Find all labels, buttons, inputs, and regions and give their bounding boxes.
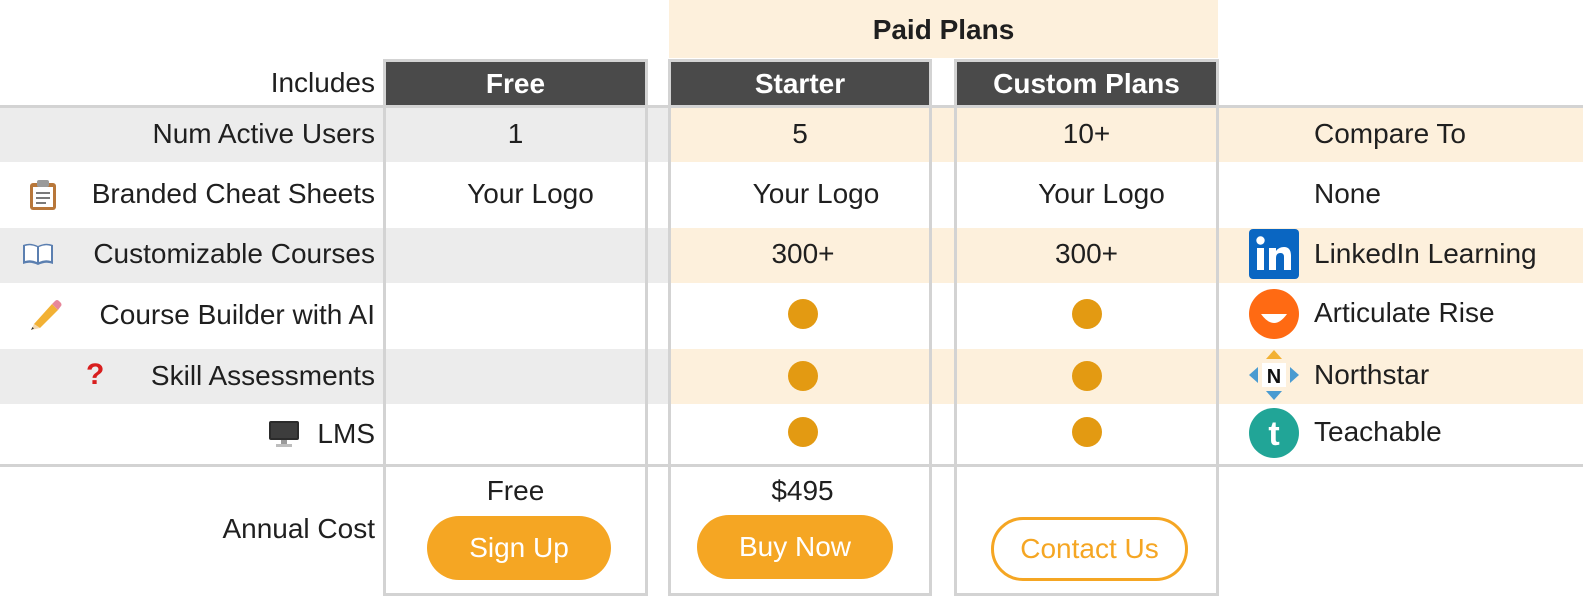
teachable-logo-icon: t [1249,408,1299,458]
starter-cheat-sheets: Your Logo [752,178,880,209]
compare-northstar: Northstar [1314,359,1430,390]
grid-line [0,105,1583,108]
paid-plans-title: Paid Plans [872,14,1015,45]
starter-active-users: 5 [792,118,808,149]
starter-course-builder-dot [788,299,818,329]
compare-to-header: Compare To [1314,118,1467,149]
row-label-assessments: Skill Assessments [150,360,375,391]
custom-assessments-dot [1072,361,1102,391]
row-label-courses: Customizable Courses [93,238,375,269]
buy-now-button[interactable]: Buy Now [697,515,893,579]
starter-assessments-dot [788,361,818,391]
svg-text:t: t [1268,415,1279,453]
grid-line [668,59,932,62]
starter-annual-cost: $495 [771,475,834,506]
grid-line [954,59,1219,62]
compare-articulate-rise: Articulate Rise [1314,297,1495,328]
row-label-cheat-sheets: Branded Cheat Sheets [91,178,375,209]
free-active-users: 1 [507,118,524,149]
sign-up-button[interactable]: Sign Up [427,516,611,580]
custom-courses: 300+ [1054,238,1119,269]
annual-cost-label: Annual Cost [222,513,375,544]
compare-none: None [1314,178,1381,209]
grid-line [383,59,648,62]
starter-lms-dot [788,417,818,447]
custom-lms-dot [1072,417,1102,447]
grid-line [383,593,648,596]
custom-active-users: 10+ [1062,118,1111,149]
free-annual-cost: Free [486,475,545,506]
contact-us-button[interactable]: Contact Us [991,517,1188,581]
compare-linkedin-learning: LinkedIn Learning [1314,238,1537,269]
custom-cheat-sheets: Your Logo [1038,178,1165,209]
custom-course-builder-dot [1072,299,1102,329]
articulate-logo-icon [1249,289,1299,339]
linkedin-logo-icon [1249,229,1299,279]
grid-line [668,593,932,596]
column-header-free: Free [385,61,646,106]
svg-text:N: N [1267,366,1281,388]
free-cheat-sheets: Your Logo [467,178,594,209]
starter-courses: 300+ [771,238,835,269]
row-label-course-builder: Course Builder with AI [99,299,375,330]
grid-line [954,593,1219,596]
compare-teachable: Teachable [1314,416,1442,447]
row-label-lms: LMS [317,418,375,449]
includes-label: Includes [270,67,375,98]
northstar-logo-icon: N [1249,350,1299,400]
column-header-custom-plans: Custom Plans [956,61,1217,106]
column-header-starter: Starter [670,61,930,106]
row-label-active-users: Num Active Users [152,118,376,149]
grid-line [0,464,1583,467]
